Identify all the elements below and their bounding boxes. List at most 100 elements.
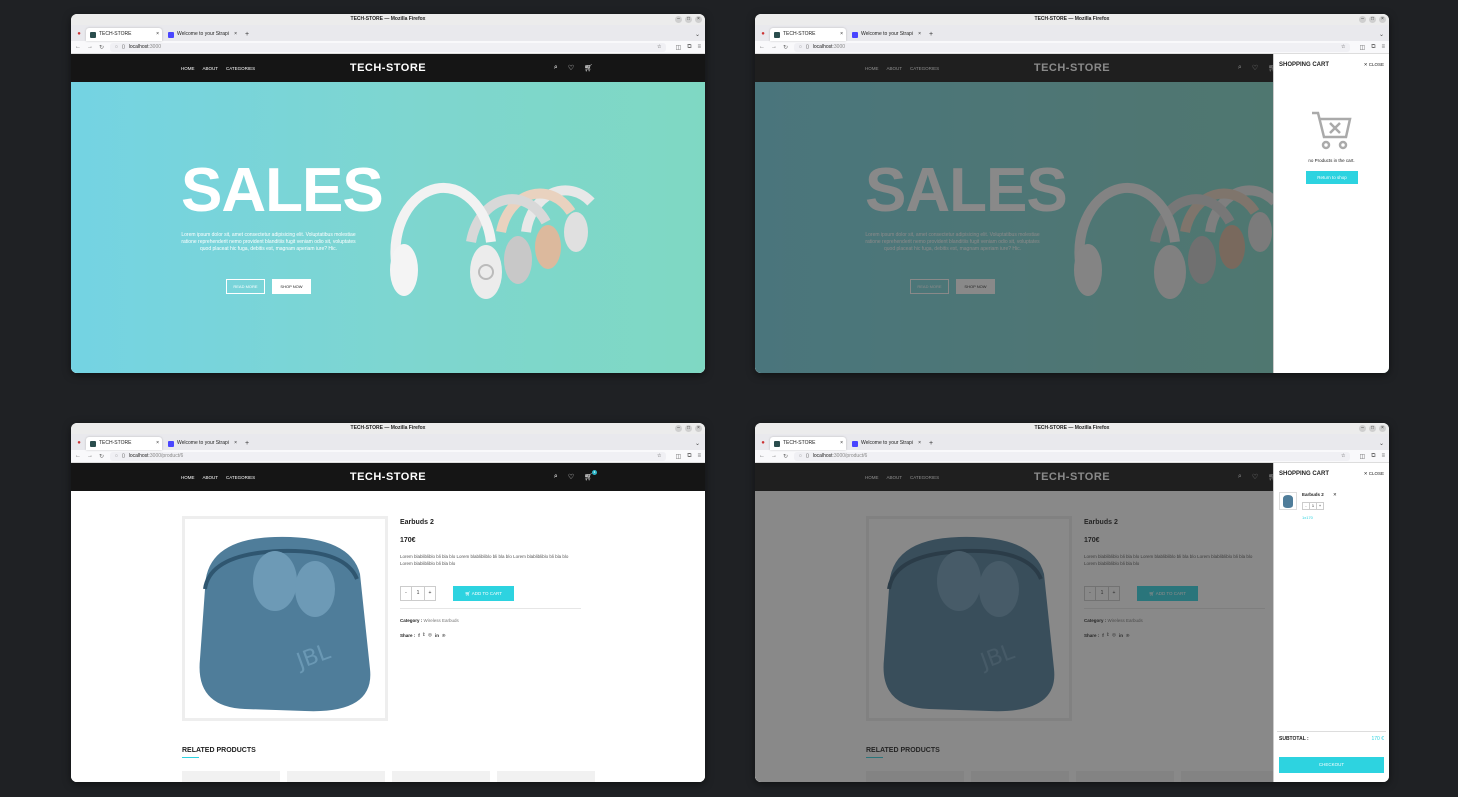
linkedin-icon[interactable]: in [435,633,439,638]
tab-close-icon[interactable]: × [156,437,159,450]
url-bar[interactable]: ◌ ▯ localhost:3000 ☆ [794,42,1350,52]
related-product-card[interactable] [182,771,280,782]
minimize-icon[interactable]: – [675,16,682,23]
site-logo[interactable]: TECH-STORE [71,463,705,491]
related-product-card[interactable] [287,771,385,782]
twitter-icon[interactable]: 𝕥 [423,632,425,638]
shop-now-button[interactable]: SHOP NOW [272,279,311,294]
pinterest-icon[interactable]: ℗ [442,633,445,638]
cart-icon[interactable]: 🛒︎ 1 [584,470,597,481]
list-tabs-icon[interactable]: ⌄ [695,440,700,447]
tab-close-icon[interactable]: × [918,28,921,41]
bookmark-star-icon[interactable]: ☆ [1341,452,1345,461]
firefox-view-icon[interactable]: ● [758,28,768,41]
firefox-view-icon[interactable]: ● [758,437,768,450]
tab-strapi[interactable]: Welcome to your Strapi × [164,437,240,450]
related-product-card[interactable] [392,771,490,782]
new-tab-icon[interactable]: + [926,437,936,450]
url-bar[interactable]: ◌ ▯ localhost:3000/product/6 ☆ [794,451,1350,461]
qty-plus-button[interactable]: + [424,586,436,601]
tab-close-icon[interactable]: × [840,437,843,450]
menu-icon[interactable]: ≡ [1381,44,1385,51]
new-tab-icon[interactable]: + [926,28,936,41]
cart-icon[interactable]: 🛒︎ [584,64,593,72]
bookmark-star-icon[interactable]: ☆ [657,43,661,52]
tab-techstore[interactable]: TECH-STORE × [86,28,162,41]
pocket-icon[interactable]: ◫ [676,44,682,51]
back-icon[interactable]: ← [75,44,81,50]
facebook-icon[interactable]: f [418,633,420,638]
tab-strapi[interactable]: Welcome to your Strapi × [848,437,924,450]
checkout-button[interactable]: CHECKOUT [1279,757,1384,773]
new-tab-icon[interactable]: + [242,28,252,41]
back-icon[interactable]: ← [759,44,765,50]
close-icon[interactable]: × [1379,425,1386,432]
cart-qty-plus-button[interactable]: + [1316,502,1324,510]
bookmark-star-icon[interactable]: ☆ [1341,43,1345,52]
search-icon[interactable]: ⌕ [554,473,558,481]
tab-techstore[interactable]: TECH-STORE × [770,28,846,41]
minimize-icon[interactable]: – [1359,425,1366,432]
forward-icon[interactable]: → [771,44,777,50]
remove-item-icon[interactable]: ✕ [1333,492,1337,497]
minimize-icon[interactable]: – [1359,16,1366,23]
related-product-card[interactable] [497,771,595,782]
tab-close-icon[interactable]: × [840,28,843,41]
pocket-icon[interactable]: ◫ [1360,453,1366,460]
menu-icon[interactable]: ≡ [697,453,701,460]
tab-close-icon[interactable]: × [234,28,237,41]
maximize-icon[interactable]: □ [685,425,692,432]
minimize-icon[interactable]: – [675,425,682,432]
instagram-icon[interactable]: ◎ [428,632,432,638]
reload-icon[interactable]: ↻ [783,453,788,460]
tab-techstore[interactable]: TECH-STORE × [86,437,162,450]
list-tabs-icon[interactable]: ⌄ [1379,31,1384,38]
forward-icon[interactable]: → [87,453,93,459]
extensions-icon[interactable]: ⧉ [687,453,691,460]
pocket-icon[interactable]: ◫ [676,453,682,460]
back-icon[interactable]: ← [759,453,765,459]
maximize-icon[interactable]: □ [685,16,692,23]
search-icon[interactable]: ⌕ [554,64,558,72]
maximize-icon[interactable]: □ [1369,425,1376,432]
tab-close-icon[interactable]: × [234,437,237,450]
menu-icon[interactable]: ≡ [1381,453,1385,460]
return-to-shop-button[interactable]: Return to shop [1306,171,1358,184]
maximize-icon[interactable]: □ [1369,16,1376,23]
cart-close-button[interactable]: ✕ CLOSE [1364,62,1384,68]
tab-strapi[interactable]: Welcome to your Strapi × [848,28,924,41]
url-bar[interactable]: ◌ ▯ localhost:3000 ☆ [110,42,666,52]
forward-icon[interactable]: → [771,453,777,459]
reload-icon[interactable]: ↻ [783,44,788,51]
url-bar[interactable]: ◌ ▯ localhost:3000/product/6 ☆ [110,451,666,461]
new-tab-icon[interactable]: + [242,437,252,450]
back-icon[interactable]: ← [75,453,81,459]
close-icon[interactable]: × [1379,16,1386,23]
forward-icon[interactable]: → [87,44,93,50]
heart-icon[interactable]: ♡ [568,473,574,481]
firefox-view-icon[interactable]: ● [74,28,84,41]
extensions-icon[interactable]: ⧉ [687,44,691,51]
tab-close-icon[interactable]: × [918,437,921,450]
tab-techstore[interactable]: TECH-STORE × [770,437,846,450]
qty-value[interactable]: 1 [411,586,425,601]
add-to-cart-button[interactable]: 🛒︎ ADD TO CART [453,586,514,601]
site-logo[interactable]: TECH-STORE [71,54,705,82]
pocket-icon[interactable]: ◫ [1360,44,1366,51]
list-tabs-icon[interactable]: ⌄ [695,31,700,38]
close-icon[interactable]: × [695,425,702,432]
reload-icon[interactable]: ↻ [99,44,104,51]
read-more-button[interactable]: READ MORE [226,279,265,294]
bookmark-star-icon[interactable]: ☆ [657,452,661,461]
firefox-view-icon[interactable]: ● [74,437,84,450]
close-icon[interactable]: × [695,16,702,23]
list-tabs-icon[interactable]: ⌄ [1379,440,1384,447]
extensions-icon[interactable]: ⧉ [1371,453,1375,460]
reload-icon[interactable]: ↻ [99,453,104,460]
tab-strapi[interactable]: Welcome to your Strapi × [164,28,240,41]
cart-close-button[interactable]: ✕ CLOSE [1364,471,1384,477]
extensions-icon[interactable]: ⧉ [1371,44,1375,51]
tab-close-icon[interactable]: × [156,28,159,41]
menu-icon[interactable]: ≡ [697,44,701,51]
heart-icon[interactable]: ♡ [568,64,574,72]
